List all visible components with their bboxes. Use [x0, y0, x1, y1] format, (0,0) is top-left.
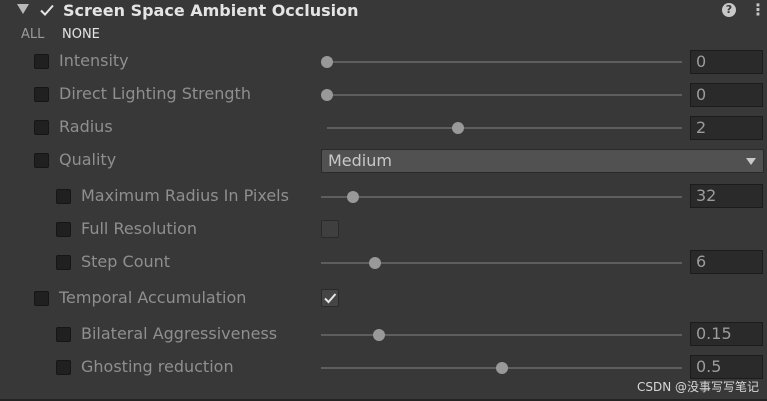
- radius-field[interactable]: 2: [690, 116, 763, 140]
- override-checkbox-max-radius[interactable]: [56, 189, 71, 204]
- radius-label: Radius: [59, 117, 113, 136]
- direct-lighting-slider-track[interactable]: [327, 94, 682, 96]
- ghosting-field[interactable]: 0.5: [690, 355, 763, 379]
- menu-icon[interactable]: ⋮: [750, 1, 766, 19]
- direct-lighting-field[interactable]: 0: [690, 83, 763, 107]
- checkmark-icon: [40, 4, 54, 16]
- intensity-label: Intensity: [59, 51, 129, 70]
- watermark-text: CSDN @没事写写笔记: [636, 380, 759, 394]
- bilateral-slider-thumb[interactable]: [372, 329, 385, 341]
- direct-lighting-label: Direct Lighting Strength: [59, 84, 251, 103]
- override-checkbox-intensity[interactable]: [34, 54, 49, 69]
- quality-dropdown-value: Medium: [328, 151, 392, 170]
- override-checkbox-quality[interactable]: [34, 153, 49, 168]
- override-checkbox-temporal[interactable]: [34, 291, 49, 306]
- step-count-slider-thumb[interactable]: [369, 257, 382, 269]
- ghosting-slider-thumb[interactable]: [495, 362, 508, 374]
- max-radius-slider-thumb[interactable]: [347, 191, 360, 203]
- ghosting-label: Ghosting reduction: [81, 357, 234, 376]
- bilateral-field[interactable]: 0.15: [690, 322, 763, 346]
- step-count-label: Step Count: [81, 252, 171, 271]
- step-count-field[interactable]: 6: [690, 250, 763, 274]
- max-radius-field[interactable]: 32: [690, 184, 763, 208]
- override-checkbox-full-resolution[interactable]: [56, 222, 71, 237]
- quality-label: Quality: [59, 150, 117, 169]
- radius-slider-thumb[interactable]: [452, 122, 465, 134]
- direct-lighting-slider-thumb[interactable]: [321, 89, 333, 101]
- intensity-field[interactable]: 0: [690, 50, 763, 74]
- full-resolution-label: Full Resolution: [81, 219, 198, 238]
- quality-dropdown[interactable]: Medium: [321, 149, 764, 173]
- full-resolution-toggle[interactable]: [321, 220, 339, 238]
- section-title: Screen Space Ambient Occlusion: [63, 1, 359, 20]
- max-radius-label: Maximum Radius In Pixels: [81, 186, 289, 205]
- override-none-button[interactable]: NONE: [62, 27, 100, 43]
- radius-slider-track[interactable]: [327, 127, 682, 129]
- override-checkbox-ghosting[interactable]: [56, 360, 71, 375]
- effect-enabled-toggle[interactable]: [39, 2, 55, 18]
- override-checkbox-bilateral[interactable]: [56, 327, 71, 342]
- intensity-slider-thumb[interactable]: [321, 56, 333, 68]
- intensity-slider-track[interactable]: [327, 61, 682, 63]
- override-checkbox-radius[interactable]: [34, 120, 49, 135]
- foldout-arrow-icon[interactable]: [17, 4, 29, 14]
- override-checkbox-direct-lighting[interactable]: [34, 87, 49, 102]
- checkmark-icon: [324, 293, 337, 304]
- temporal-toggle[interactable]: [321, 289, 339, 307]
- chevron-down-icon: [746, 158, 756, 165]
- temporal-label: Temporal Accumulation: [59, 288, 247, 307]
- max-radius-slider-track[interactable]: [321, 196, 682, 198]
- bilateral-label: Bilateral Aggressiveness: [81, 324, 278, 343]
- help-icon[interactable]: ?: [722, 3, 736, 17]
- override-checkbox-step-count[interactable]: [56, 255, 71, 270]
- override-all-button[interactable]: ALL: [21, 27, 44, 43]
